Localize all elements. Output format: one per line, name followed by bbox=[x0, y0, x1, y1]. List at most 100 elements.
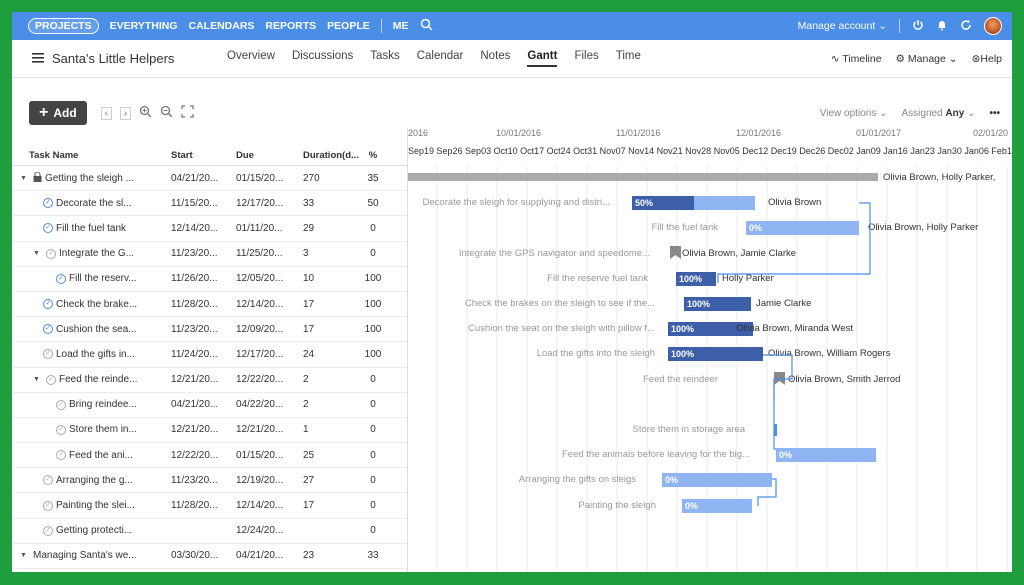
refresh-icon[interactable] bbox=[960, 19, 972, 34]
task-name-cell[interactable]: ✓ Bring reindee... bbox=[12, 399, 164, 410]
table-row[interactable]: ✓ Getting protecti... 12/24/20... 0 bbox=[12, 519, 407, 544]
col-task-name[interactable]: Task Name bbox=[12, 150, 164, 161]
task-check-icon[interactable]: ✓ bbox=[43, 525, 53, 536]
cell-pct: 0 bbox=[370, 399, 376, 411]
collapse-icon[interactable]: ▼ bbox=[33, 376, 43, 383]
task-name-cell[interactable]: ▼ Managing Santa's we... bbox=[12, 550, 164, 561]
more-options-icon[interactable]: ••• bbox=[989, 108, 1000, 119]
nav-calendars[interactable]: CALENDARS bbox=[188, 20, 254, 32]
task-name-cell[interactable]: ✓ Arranging the g... bbox=[12, 475, 164, 486]
col-percent[interactable]: % bbox=[353, 150, 393, 161]
task-check-icon[interactable]: ✓ bbox=[43, 500, 53, 511]
table-row[interactable]: ✓ Fill the reserv... 11/26/20... 12/05/20..… bbox=[12, 267, 407, 292]
task-check-icon[interactable]: ✓ bbox=[56, 424, 66, 435]
task-check-icon[interactable]: ✓ bbox=[46, 248, 56, 259]
fullscreen-icon[interactable] bbox=[181, 105, 195, 121]
table-row[interactable]: ✓ Bring reindee... 04/21/20... 04/22/20... 2… bbox=[12, 393, 407, 418]
task-name-cell[interactable]: ✓ Check the brake... bbox=[12, 299, 164, 310]
assigned-filter[interactable]: Assigned Any ⌄ bbox=[901, 108, 975, 119]
task-name-cell[interactable]: ✓ Feed the ani... bbox=[12, 450, 164, 461]
table-row[interactable]: ✓ Cushion the sea... 11/23/20... 12/09/20..… bbox=[12, 317, 407, 343]
power-icon[interactable] bbox=[912, 19, 924, 34]
task-name-cell[interactable]: ✓ Fill the fuel tank bbox=[12, 223, 164, 234]
col-due[interactable]: Due bbox=[229, 150, 293, 161]
gantt-month-label: 01/01/2017 bbox=[856, 128, 902, 138]
tab-files[interactable]: Files bbox=[574, 50, 598, 67]
task-name-cell[interactable]: ✓ Fill the reserv... bbox=[12, 273, 164, 284]
manage-label: Manage bbox=[907, 52, 946, 65]
tab-notes[interactable]: Notes bbox=[480, 50, 510, 67]
tab-discussions[interactable]: Discussions bbox=[292, 50, 353, 67]
manage-menu[interactable]: ⚙ Manage ⌄ bbox=[896, 53, 958, 65]
table-row[interactable]: ▼ Getting the sleigh ... 04/21/20... 01/15/… bbox=[12, 166, 407, 192]
table-row[interactable]: ✓ Decorate the sl... 11/15/20... 12/17/20..… bbox=[12, 191, 407, 217]
table-row[interactable]: ▼ Managing Santa's we... 03/30/20... 04/21/… bbox=[12, 544, 407, 569]
task-name-cell[interactable]: ✓ Store them in... bbox=[12, 424, 164, 435]
help-button[interactable]: ⊛Help bbox=[972, 53, 1002, 65]
tab-time[interactable]: Time bbox=[616, 50, 641, 67]
table-row[interactable]: ✓ Painting the slei... 11/28/20... 12/14/20… bbox=[12, 493, 407, 519]
task-name-cell[interactable]: ✓ Cushion the sea... bbox=[12, 324, 164, 335]
task-name-cell[interactable]: ✓ Load the gifts in... bbox=[12, 349, 164, 360]
nav-people[interactable]: PEOPLE bbox=[327, 20, 370, 32]
task-name-text: Integrate the G... bbox=[59, 248, 135, 260]
nav-me[interactable]: ME bbox=[393, 20, 409, 32]
task-check-icon[interactable]: ✓ bbox=[56, 399, 66, 410]
app-window: PROJECTS EVERYTHING CALENDARS REPORTS PE… bbox=[12, 12, 1012, 572]
table-row[interactable]: ✓ Arranging the g... 11/23/20... 12/19/20..… bbox=[12, 468, 407, 494]
table-row[interactable]: ✓ Feed the ani... 12/22/20... 01/15/20... 25… bbox=[12, 443, 407, 469]
collapse-icon[interactable]: ▼ bbox=[20, 552, 30, 559]
task-name-cell[interactable]: ✓ Painting the slei... bbox=[12, 500, 164, 511]
gantt-month-label: 2016 bbox=[408, 128, 429, 138]
task-check-icon[interactable]: ✓ bbox=[43, 223, 53, 234]
view-options-menu[interactable]: View options ⌄ bbox=[820, 108, 888, 119]
add-button[interactable]: + Add bbox=[29, 101, 87, 125]
search-icon[interactable] bbox=[420, 18, 433, 34]
task-check-icon[interactable]: ✓ bbox=[43, 349, 53, 360]
manage-account-menu[interactable]: Manage account ⌄ bbox=[798, 20, 887, 32]
task-name-cell[interactable]: ✓ Getting protecti... bbox=[12, 525, 164, 536]
collapse-icon[interactable]: ▼ bbox=[33, 250, 43, 257]
task-check-icon[interactable]: ✓ bbox=[56, 450, 66, 461]
task-check-icon[interactable]: ✓ bbox=[46, 374, 56, 385]
task-name-cell[interactable]: ▼ Getting the sleigh ... bbox=[12, 171, 164, 185]
user-avatar[interactable] bbox=[984, 17, 1002, 35]
hamburger-menu-icon[interactable] bbox=[32, 51, 44, 66]
task-name-cell[interactable]: ▼ ✓ Integrate the G... bbox=[12, 248, 164, 259]
task-check-icon[interactable]: ✓ bbox=[43, 299, 53, 310]
task-check-icon[interactable]: ✓ bbox=[43, 324, 53, 335]
table-row[interactable]: ✓ Store them in... 12/21/20... 12/21/20... 1… bbox=[12, 418, 407, 444]
tab-gantt[interactable]: Gantt bbox=[527, 50, 558, 67]
task-check-icon[interactable]: ✓ bbox=[43, 475, 53, 486]
col-duration[interactable]: Duration(d... bbox=[293, 150, 359, 161]
cell-dur: 17 bbox=[303, 500, 315, 512]
table-row[interactable]: ✓ Fill the fuel tank 12/14/20... 01/11/20..… bbox=[12, 216, 407, 242]
tab-overview[interactable]: Overview bbox=[227, 50, 275, 67]
cell-due: 01/15/20... bbox=[236, 449, 284, 461]
zoom-out-icon[interactable] bbox=[160, 105, 173, 121]
table-row[interactable]: ▼ ✓ Feed the reinde... 12/21/20... 12/22/20.… bbox=[12, 368, 407, 393]
bell-icon[interactable] bbox=[936, 19, 948, 34]
nav-everything[interactable]: EVERYTHING bbox=[110, 20, 178, 32]
cell-dur: 23 bbox=[303, 550, 315, 562]
task-name-text: Arranging the g... bbox=[56, 474, 133, 486]
nav-projects[interactable]: PROJECTS bbox=[28, 18, 99, 34]
task-check-icon[interactable]: ✓ bbox=[56, 273, 66, 284]
nav-reports[interactable]: REPORTS bbox=[265, 20, 316, 32]
task-name-cell[interactable]: ✓ Decorate the sl... bbox=[12, 198, 164, 209]
project-tabs: Overview Discussions Tasks Calendar Note… bbox=[227, 50, 641, 67]
table-row[interactable]: ✓ Check the brake... 11/28/20... 12/14/20..… bbox=[12, 292, 407, 318]
timeline-button[interactable]: ∿ Timeline bbox=[831, 53, 882, 65]
zoom-in-icon[interactable] bbox=[139, 105, 152, 121]
collapse-icon[interactable]: ▼ bbox=[20, 175, 30, 182]
table-row[interactable]: ▼ ✓ Integrate the G... 11/23/20... 11/25/20.… bbox=[12, 242, 407, 267]
table-row[interactable]: ✓ Load the gifts in... 11/24/20... 12/17/20… bbox=[12, 342, 407, 368]
cell-dur: 10 bbox=[303, 273, 315, 285]
task-name-cell[interactable]: ▼ ✓ Feed the reinde... bbox=[12, 374, 164, 385]
tab-tasks[interactable]: Tasks bbox=[370, 50, 399, 67]
tab-calendar[interactable]: Calendar bbox=[417, 50, 464, 67]
chevron-left-icon[interactable]: ‹ bbox=[100, 106, 113, 120]
task-check-icon[interactable]: ✓ bbox=[43, 198, 53, 209]
chevron-right-icon[interactable]: › bbox=[120, 106, 132, 120]
col-start[interactable]: Start bbox=[164, 150, 229, 161]
